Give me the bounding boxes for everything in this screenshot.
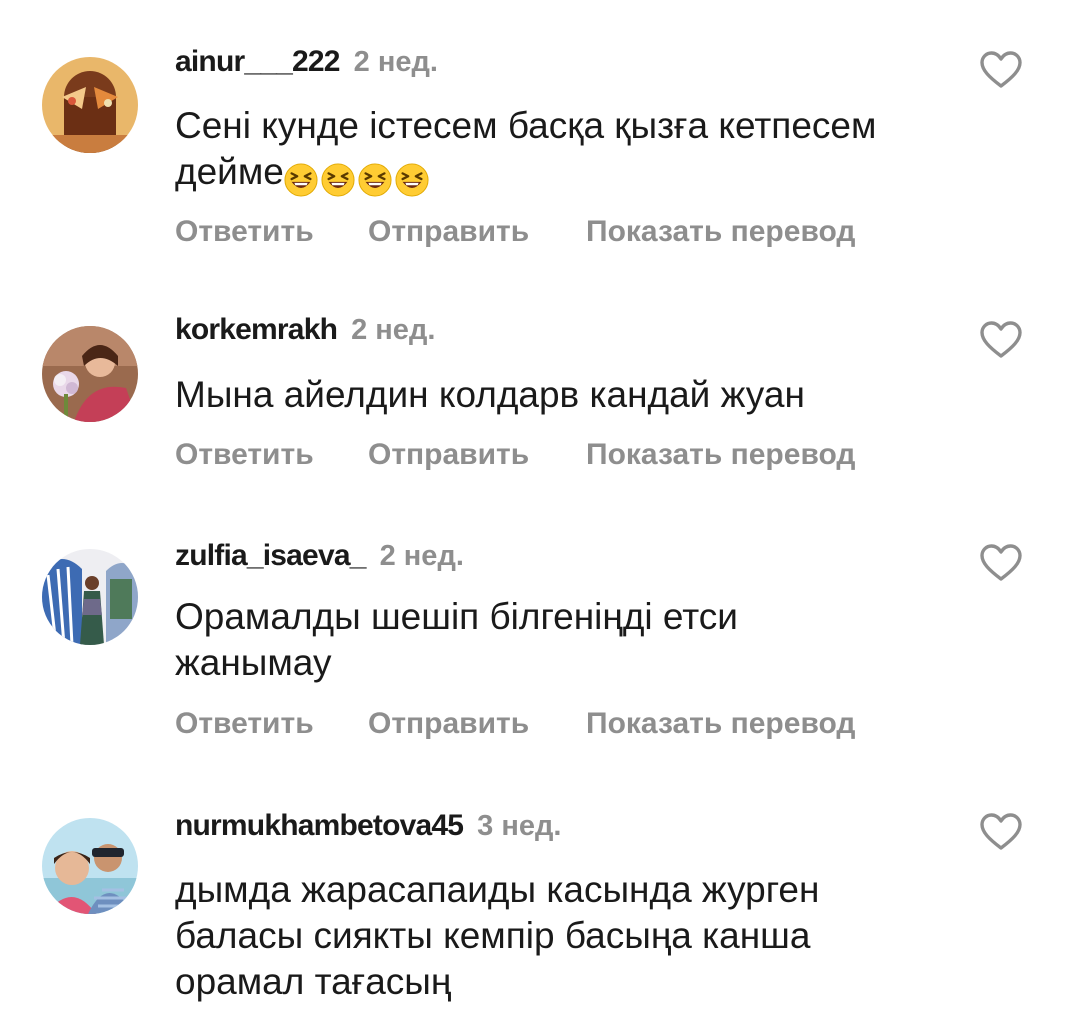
username[interactable]: nurmukhambetova45 bbox=[175, 809, 464, 842]
comment-body: дымда жарасапаиды касында журген баласы … bbox=[175, 869, 820, 1002]
timestamp: 3 нед. bbox=[477, 810, 562, 842]
comment-item: nurmukhambetova45 3 нед. дымда жарасапаид… bbox=[0, 0, 1080, 1027]
comment-meta: nurmukhambetova45 3 нед. bbox=[175, 808, 561, 844]
avatar[interactable] bbox=[42, 818, 138, 914]
comment-text: дымда жарасапаиды касында журген баласы … bbox=[175, 867, 915, 1005]
heart-icon[interactable] bbox=[979, 812, 1023, 852]
